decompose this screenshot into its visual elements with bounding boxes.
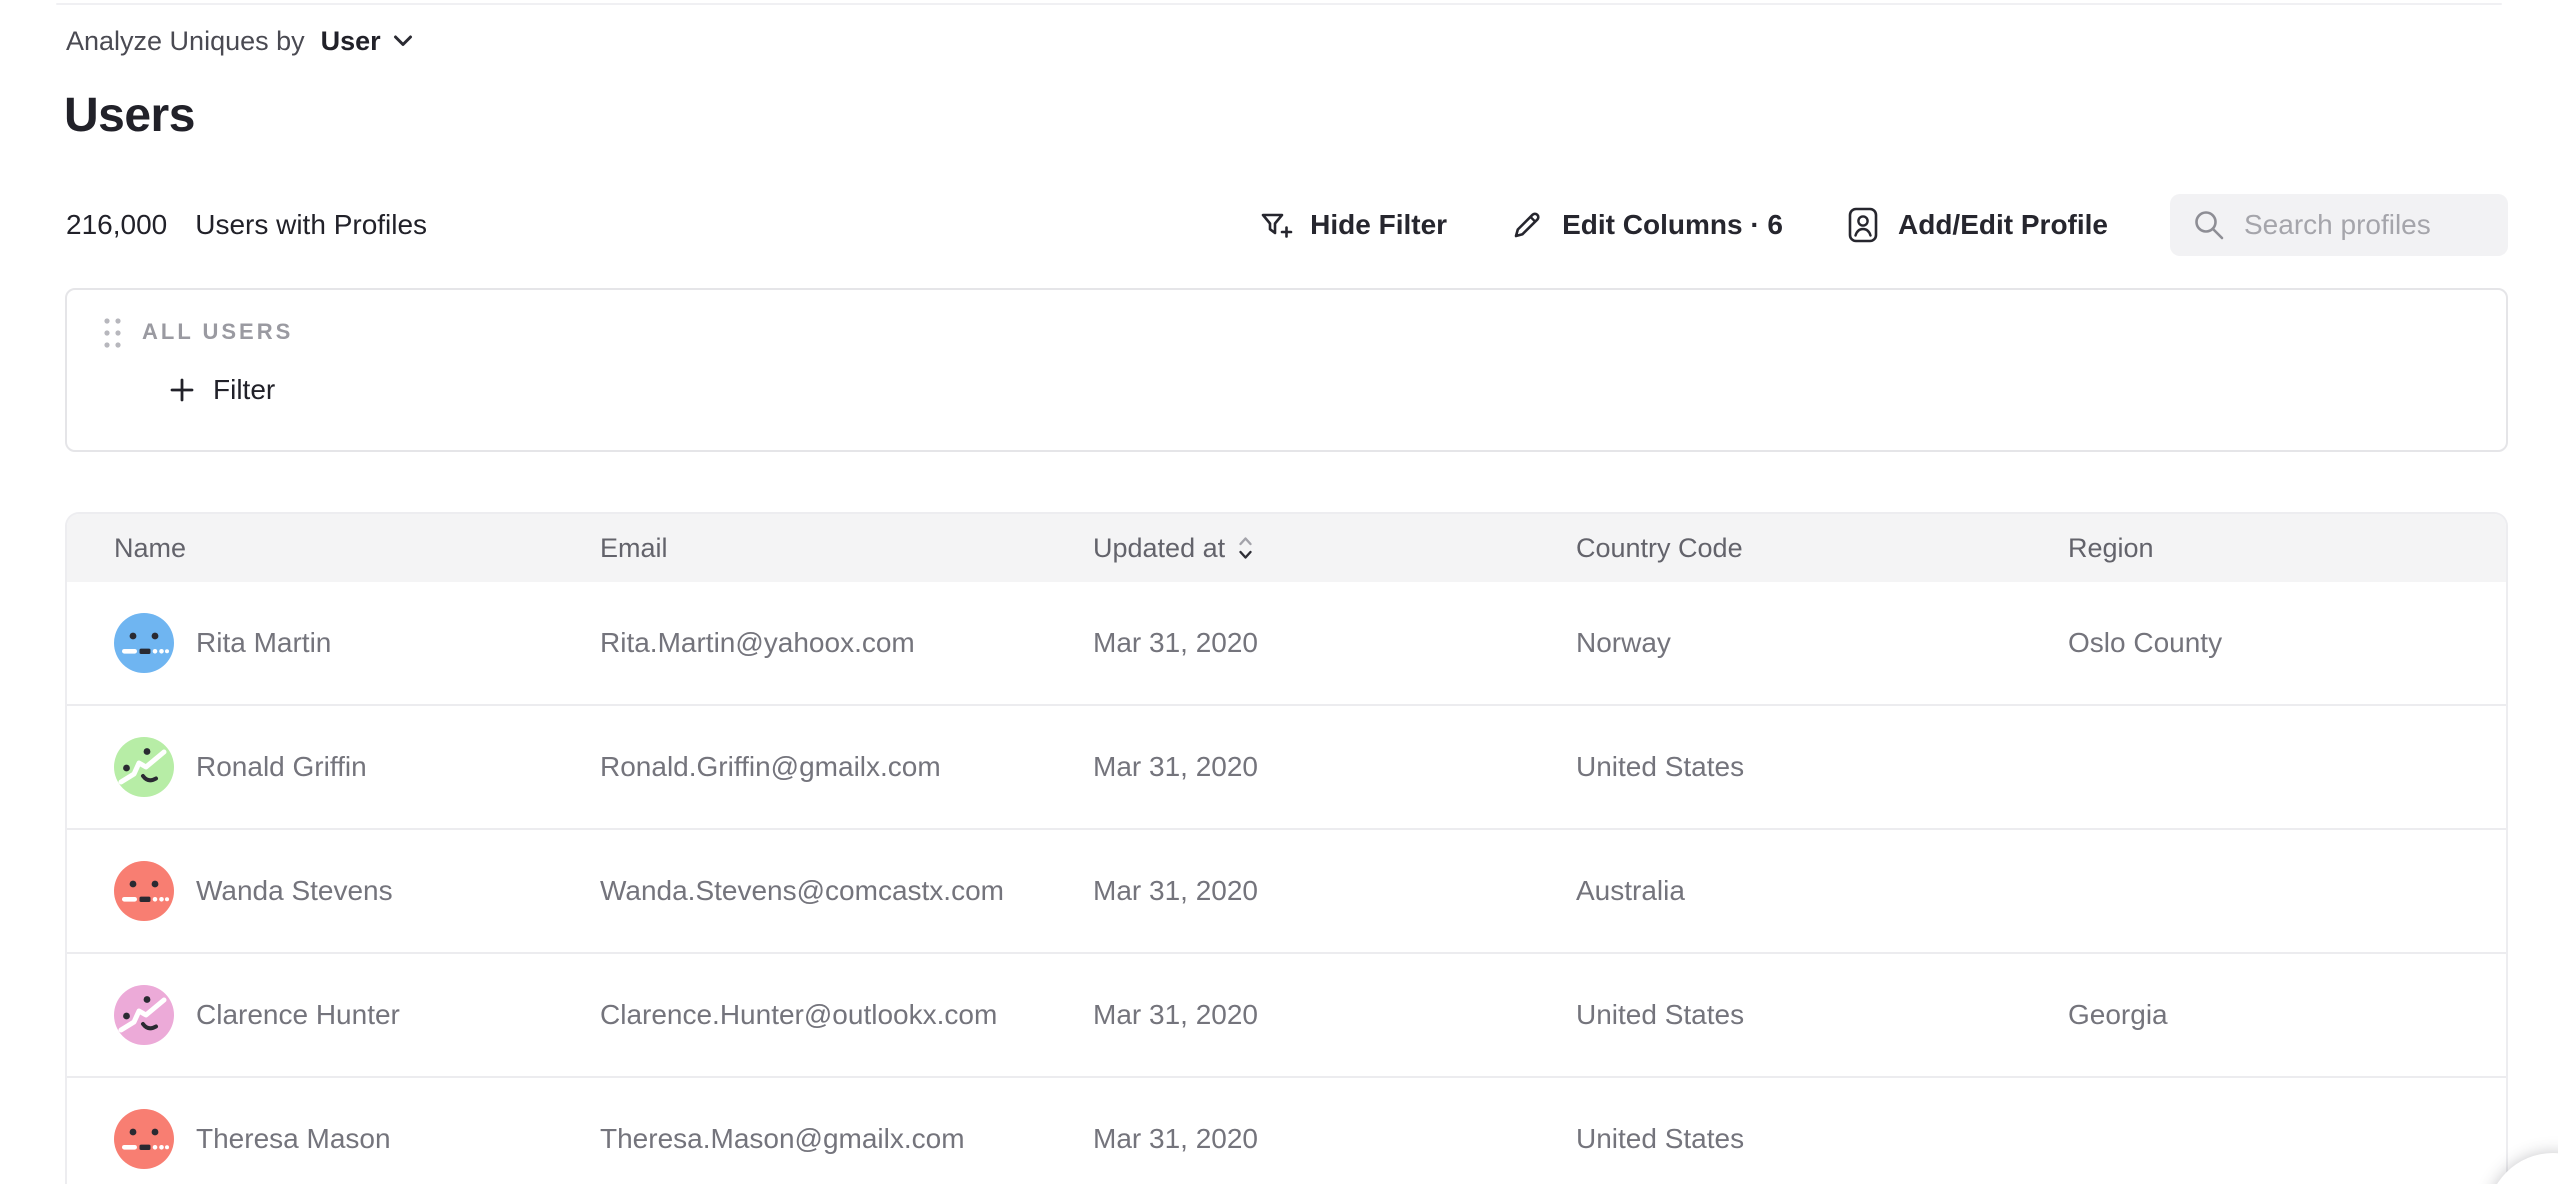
- drag-handle-icon[interactable]: [102, 316, 124, 350]
- analyze-uniques-dropdown[interactable]: User: [321, 26, 413, 57]
- user-name-cell: Rita Martin: [67, 613, 600, 673]
- user-name: Rita Martin: [196, 627, 331, 659]
- user-avatar: [114, 985, 174, 1045]
- user-country: United States: [1576, 1123, 2068, 1155]
- top-divider: [56, 3, 2502, 5]
- search-box: [2170, 194, 2508, 256]
- user-email: Wanda.Stevens@comcastx.com: [600, 875, 1093, 907]
- user-avatar: [114, 737, 174, 797]
- user-country: United States: [1576, 999, 2068, 1031]
- user-updated-at: Mar 31, 2020: [1093, 627, 1576, 659]
- user-email: Rita.Martin@yahoox.com: [600, 627, 1093, 659]
- sort-chevrons-icon: [1237, 535, 1254, 561]
- table-row[interactable]: Ronald Griffin Ronald.Griffin@gmailx.comM…: [67, 704, 2506, 828]
- hide-filter-button[interactable]: Hide Filter: [1257, 207, 1447, 243]
- column-header-country-code[interactable]: Country Code: [1576, 533, 2068, 564]
- user-updated-at: Mar 31, 2020: [1093, 751, 1576, 783]
- add-filter-label: Filter: [213, 374, 275, 406]
- user-updated-at: Mar 31, 2020: [1093, 875, 1576, 907]
- table-row[interactable]: Wanda Stevens Wanda.Stevens@comcastx.comM…: [67, 828, 2506, 952]
- table-body: Rita MartinRita.Martin@yahoox.comMar 31,…: [67, 582, 2506, 1184]
- column-header-name[interactable]: Name: [67, 533, 600, 564]
- user-name: Wanda Stevens: [196, 875, 393, 907]
- filter-panel: ALL USERS Filter: [65, 288, 2508, 452]
- table-row[interactable]: Clarence Hunter Clarence.Hunter@outlookx.…: [67, 952, 2506, 1076]
- plus-icon: [169, 377, 195, 403]
- user-name: Theresa Mason: [196, 1123, 391, 1155]
- user-region: Georgia: [2068, 999, 2506, 1031]
- profile-count-summary: 216,000 Users with Profiles: [66, 209, 427, 241]
- users-table: Name Email Updated at Country Code Region Ri…: [65, 512, 2508, 1184]
- analyze-uniques-bar: Analyze Uniques by User: [66, 22, 413, 60]
- user-avatar: [114, 1109, 174, 1169]
- user-country: United States: [1576, 751, 2068, 783]
- user-name-cell: Ronald Griffin: [67, 737, 600, 797]
- user-name-cell: Theresa Mason: [67, 1109, 600, 1169]
- table-row[interactable]: Theresa Mason Theresa.Mason@gmailx.comMar…: [67, 1076, 2506, 1184]
- add-filter-button[interactable]: Filter: [169, 374, 275, 406]
- user-email: Clarence.Hunter@outlookx.com: [600, 999, 1093, 1031]
- table-header: Name Email Updated at Country Code Region: [67, 514, 2506, 582]
- user-name: Clarence Hunter: [196, 999, 400, 1031]
- user-email: Ronald.Griffin@gmailx.com: [600, 751, 1093, 783]
- user-avatar: [114, 861, 174, 921]
- edit-columns-label: Edit Columns · 6: [1562, 209, 1783, 241]
- analyze-uniques-label: Analyze Uniques by: [66, 26, 305, 57]
- user-updated-at: Mar 31, 2020: [1093, 999, 1576, 1031]
- table-row[interactable]: Rita Martin Rita.Martin@yahoox.comMar 31,…: [67, 582, 2506, 704]
- profile-card-icon: [1845, 206, 1881, 244]
- profile-count-label: Users with Profiles: [195, 209, 427, 241]
- user-country: Australia: [1576, 875, 2068, 907]
- stats-toolbar-row: 216,000 Users with Profiles Hide Filter …: [66, 194, 2508, 256]
- user-avatar: [114, 613, 174, 673]
- user-name: Ronald Griffin: [196, 751, 367, 783]
- column-header-updated-at[interactable]: Updated at: [1093, 533, 1576, 564]
- user-updated-at: Mar 31, 2020: [1093, 1123, 1576, 1155]
- users-page: Analyze Uniques by User Users 216,000 Us…: [0, 0, 2558, 1184]
- user-name-cell: Clarence Hunter: [67, 985, 600, 1045]
- filter-group-label: ALL USERS: [142, 319, 293, 345]
- user-email: Theresa.Mason@gmailx.com: [600, 1123, 1093, 1155]
- analyze-uniques-value: User: [321, 26, 381, 57]
- add-edit-profile-button[interactable]: Add/Edit Profile: [1845, 206, 2108, 244]
- edit-columns-button[interactable]: Edit Columns · 6: [1509, 207, 1783, 243]
- magnifier-icon: [2192, 208, 2226, 242]
- chevron-down-icon: [393, 35, 413, 47]
- column-header-label: Name: [114, 533, 186, 564]
- user-region: Oslo County: [2068, 627, 2506, 659]
- column-header-label: Region: [2068, 533, 2154, 564]
- search-input[interactable]: [2242, 208, 2496, 242]
- page-title: Users: [64, 88, 195, 143]
- add-edit-profile-label: Add/Edit Profile: [1898, 209, 2108, 241]
- pencil-icon: [1509, 207, 1545, 243]
- column-header-email[interactable]: Email: [600, 533, 1093, 564]
- hide-filter-label: Hide Filter: [1310, 209, 1447, 241]
- column-header-region[interactable]: Region: [2068, 533, 2506, 564]
- user-name-cell: Wanda Stevens: [67, 861, 600, 921]
- column-header-label: Email: [600, 533, 668, 564]
- profile-count: 216,000: [66, 209, 167, 241]
- funnel-plus-icon: [1257, 207, 1293, 243]
- user-country: Norway: [1576, 627, 2068, 659]
- column-header-label: Country Code: [1576, 533, 1743, 564]
- column-header-label: Updated at: [1093, 533, 1225, 564]
- toolbar: Hide Filter Edit Columns · 6 Add/Edit Pr…: [1257, 194, 2508, 256]
